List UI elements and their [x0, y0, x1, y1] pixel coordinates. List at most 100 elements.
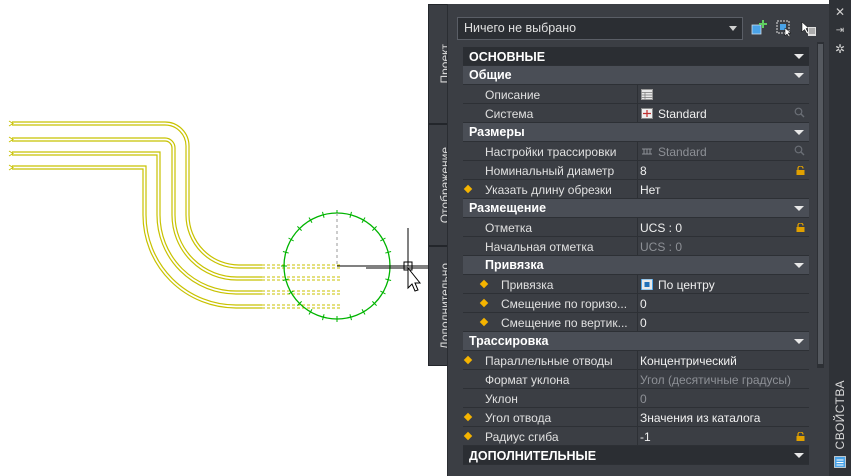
- prop-start-elevation[interactable]: Начальная отметка UCS : 0: [463, 237, 809, 256]
- prop-slope[interactable]: Уклон 0: [463, 389, 809, 408]
- prop-label: Описание: [485, 88, 541, 102]
- prop-elbow-angle[interactable]: Угол отвода Значения из каталога: [463, 408, 809, 427]
- prop-bend-radius[interactable]: Радиус сгиба -1: [463, 427, 809, 446]
- column-divider: [637, 408, 638, 427]
- chevron-down-icon: [794, 263, 804, 268]
- column-divider: [637, 427, 638, 446]
- prop-routing-settings[interactable]: Настройки трассировки Standard: [463, 142, 809, 161]
- category-title: Размеры: [469, 125, 525, 139]
- prop-label: Формат уклона: [485, 373, 570, 387]
- column-divider: [637, 351, 638, 370]
- column-divider: [637, 85, 638, 104]
- prop-value: Значения из каталога: [640, 411, 761, 425]
- column-divider: [637, 275, 638, 294]
- prop-label: Привязка: [501, 278, 554, 292]
- category-general[interactable]: Общие: [463, 66, 809, 85]
- column-divider: [637, 313, 638, 332]
- category-placement[interactable]: Размещение: [463, 199, 809, 218]
- pipe-end-markers: [8, 120, 14, 171]
- prop-label: Указать длину обрезки: [485, 183, 612, 197]
- prop-label: Начальная отметка: [485, 240, 594, 254]
- scroll-thumb[interactable]: [818, 44, 823, 364]
- prop-value: 0: [640, 297, 647, 311]
- prop-label: Уклон: [485, 392, 518, 406]
- drawing-canvas[interactable]: [0, 0, 430, 476]
- prop-label: Угол отвода: [485, 411, 552, 425]
- prop-value: 8: [640, 164, 647, 178]
- category-additional[interactable]: ДОПОЛНИТЕЛЬНЫЕ: [463, 446, 809, 465]
- prop-value: По центру: [658, 278, 715, 292]
- category-sizes[interactable]: Размеры: [463, 123, 809, 142]
- column-divider: [637, 370, 638, 389]
- autohide-icon[interactable]: ⇥: [834, 25, 846, 37]
- column-divider: [637, 237, 638, 256]
- chevron-down-icon: [794, 339, 804, 344]
- search-icon[interactable]: [794, 145, 805, 156]
- properties-palette: Ничего не выбрано ОСНОВНЫЕ Общие Описани…: [447, 4, 829, 476]
- palette-scrollbar[interactable]: [817, 42, 824, 368]
- prop-parallel-elbows[interactable]: Параллельные отводы Концентрический: [463, 351, 809, 370]
- prop-value: UCS : 0: [640, 221, 683, 235]
- prop-horizontal-offset[interactable]: Смещение по горизо... 0: [463, 294, 809, 313]
- prop-value: 0: [640, 316, 647, 330]
- prop-description[interactable]: Описание: [463, 85, 809, 104]
- prop-value: Концентрический: [640, 354, 737, 368]
- category-title: Трассировка: [469, 334, 549, 348]
- prop-label: Смещение по горизо...: [501, 297, 628, 311]
- pipe-runs: [12, 121, 262, 309]
- star-icon: [463, 184, 473, 194]
- chevron-down-icon: [794, 73, 804, 78]
- selection-value: Ничего не выбрано: [464, 21, 577, 35]
- prop-value: -1: [640, 430, 651, 444]
- arrow-cursor-icon: [407, 266, 422, 292]
- star-icon: [479, 298, 489, 308]
- star-icon: [463, 412, 473, 422]
- prop-cut-length[interactable]: Указать длину обрезки Нет: [463, 180, 809, 199]
- lock-icon[interactable]: [796, 166, 805, 175]
- palette-icon[interactable]: [834, 456, 846, 468]
- category-routing[interactable]: Трассировка: [463, 332, 809, 351]
- prop-value: [640, 87, 808, 104]
- prop-elevation[interactable]: Отметка UCS : 0: [463, 218, 809, 237]
- quick-select-icon[interactable]: [751, 19, 769, 37]
- star-icon: [463, 355, 473, 365]
- chevron-down-icon: [794, 453, 804, 458]
- toggle-pickadd-icon[interactable]: [799, 19, 817, 37]
- prop-value: 0: [640, 392, 647, 406]
- category-title: Общие: [469, 68, 512, 82]
- chevron-down-icon: [794, 130, 804, 135]
- select-objects-icon[interactable]: [775, 19, 793, 37]
- lock-icon[interactable]: [796, 223, 805, 232]
- selection-dropdown[interactable]: Ничего не выбрано: [457, 17, 743, 40]
- star-icon: [479, 279, 489, 289]
- prop-vertical-offset[interactable]: Смещение по вертик... 0: [463, 313, 809, 332]
- column-divider: [637, 104, 638, 123]
- close-icon[interactable]: ✕: [834, 6, 846, 18]
- prop-slope-format[interactable]: Формат уклона Угол (десятичные градусы): [463, 370, 809, 389]
- prop-nominal-diameter[interactable]: Номинальный диаметр 8: [463, 161, 809, 180]
- column-divider: [637, 142, 638, 161]
- prop-snap[interactable]: Привязка По центру: [463, 275, 809, 294]
- category-snap[interactable]: Привязка: [463, 256, 809, 275]
- chevron-down-icon: [729, 26, 737, 31]
- column-divider: [637, 294, 638, 313]
- category-title: Размещение: [469, 201, 547, 215]
- settings-icon[interactable]: ✲: [834, 43, 846, 55]
- prop-label: Смещение по вертик...: [501, 316, 628, 330]
- search-icon[interactable]: [794, 107, 805, 118]
- category-title: ОСНОВНЫЕ: [469, 50, 546, 64]
- palette-title-strip: ✕ ⇥ ✲ СВОЙСТВА: [829, 0, 851, 476]
- selection-toolbar: Ничего не выбрано: [457, 17, 821, 41]
- prop-value: Standard: [658, 107, 707, 121]
- prop-system[interactable]: Система Standard: [463, 104, 809, 123]
- prop-label: Отметка: [485, 221, 533, 235]
- prop-value: UCS : 0: [640, 240, 683, 254]
- category-main[interactable]: ОСНОВНЫЕ: [463, 47, 809, 66]
- lock-icon[interactable]: [796, 432, 805, 441]
- chevron-down-icon: [794, 206, 804, 211]
- prop-value: Нет: [640, 183, 661, 197]
- crosshair-cursor: [337, 228, 430, 271]
- column-divider: [637, 161, 638, 180]
- palette-title: СВОЙСТВА: [833, 380, 847, 450]
- column-divider: [637, 218, 638, 237]
